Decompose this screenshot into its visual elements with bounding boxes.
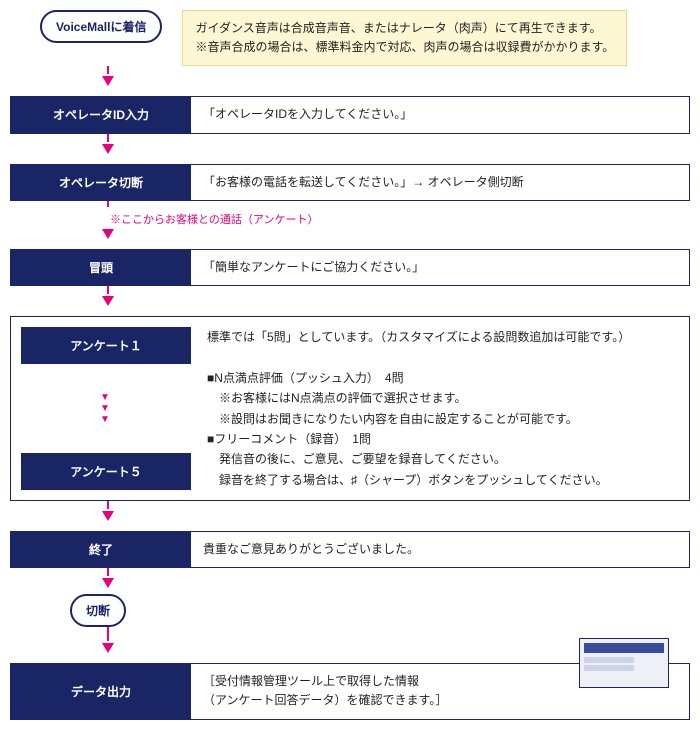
survey-last-label: アンケート５ xyxy=(21,453,191,490)
step-label: オペレータID入力 xyxy=(11,97,191,132)
flow-arrow-icon xyxy=(102,229,114,239)
survey-b2-l1: 発信音の後に、ご意見、ご要望を録音してください。 xyxy=(207,449,679,469)
survey-b1-title: ■N点満点評価（プッシュ入力） 4問 xyxy=(207,368,679,388)
step-label: 冒頭 xyxy=(11,250,191,285)
step-data-output: データ出力 ［受付情報管理ツール上で取得した情報 （アンケート回答データ）を確認… xyxy=(10,663,690,719)
output-desc-l2: （アンケート回答データ）を確認できます。］ xyxy=(203,691,677,710)
survey-b2-title: ■フリーコメント（録音） 1問 xyxy=(207,429,679,449)
step-desc: 貴重なご意見ありがとうございました。 xyxy=(191,532,689,567)
survey-b1-l1: ※お客様にはN点満点の評価で選択させます。 xyxy=(207,388,679,408)
survey-b2-l2: 録音を終了する場合は、♯（シャープ）ボタンをプッシュしてください。 xyxy=(207,470,679,490)
guidance-note-line2: ※音声合成の場合は、標準料金内で対応、肉声の場合は収録費がかかります。 xyxy=(195,38,614,57)
step-label: データ出力 xyxy=(11,664,191,718)
step-operator-cut: オペレータ切断 「お客様の電話を転送してください。」→ オペレータ側切断 xyxy=(10,164,690,201)
guidance-note-line1: ガイダンス音声は合成音声音、またはナレータ（肉声）にて再生できます。 xyxy=(195,19,614,38)
flow-arrow-icon xyxy=(102,144,114,154)
step-end: 終了 貴重なご意見ありがとうございました。 xyxy=(10,531,690,568)
disconnect-node: 切断 xyxy=(70,594,126,627)
guidance-note: ガイダンス音声は合成音声音、またはナレータ（肉声）にて再生できます。 ※音声合成… xyxy=(182,10,627,66)
survey-head: 標準では「5問」としています。（カスタマイズによる設問数追加は可能です。） xyxy=(207,327,679,347)
survey-ellipsis-icon: ▼▼▼ xyxy=(21,386,191,431)
survey-desc: 標準では「5問」としています。（カスタマイズによる設問数追加は可能です。） ■N… xyxy=(207,327,679,490)
step-operator-id: オペレータID入力 「オペレータIDを入力してください。」 xyxy=(10,96,690,133)
flow-arrow-icon xyxy=(102,296,114,306)
disconnect-label: 切断 xyxy=(86,604,110,618)
survey-block: アンケート１ ▼▼▼ アンケート５ 標準では「5問」としています。（カスタマイズ… xyxy=(10,316,690,501)
flow-arrow-icon xyxy=(102,578,114,588)
report-screen-icon xyxy=(579,638,669,688)
step-label: オペレータ切断 xyxy=(11,165,191,200)
transition-note: ※ここからお客様との通話（アンケート） xyxy=(110,211,690,227)
flow-arrow-icon xyxy=(102,511,114,521)
survey-first-label: アンケート１ xyxy=(21,327,191,364)
step-label: 終了 xyxy=(11,532,191,567)
step-intro: 冒頭 「簡単なアンケートにご協力ください。」 xyxy=(10,249,690,286)
step-desc: 「お客様の電話を転送してください。」→ オペレータ側切断 xyxy=(191,165,689,200)
step-desc: 「オペレータIDを入力してください。」 xyxy=(191,97,689,132)
start-node: VoiceMallに着信 xyxy=(40,10,162,43)
step-desc: 「簡単なアンケートにご協力ください。」 xyxy=(191,250,689,285)
flow-arrow-icon xyxy=(102,76,114,86)
flow-arrow-icon xyxy=(102,643,114,653)
start-label: VoiceMallに着信 xyxy=(56,20,146,34)
survey-b1-l2: ※設問はお聞きになりたい内容を自由に設定することが可能です。 xyxy=(207,409,679,429)
